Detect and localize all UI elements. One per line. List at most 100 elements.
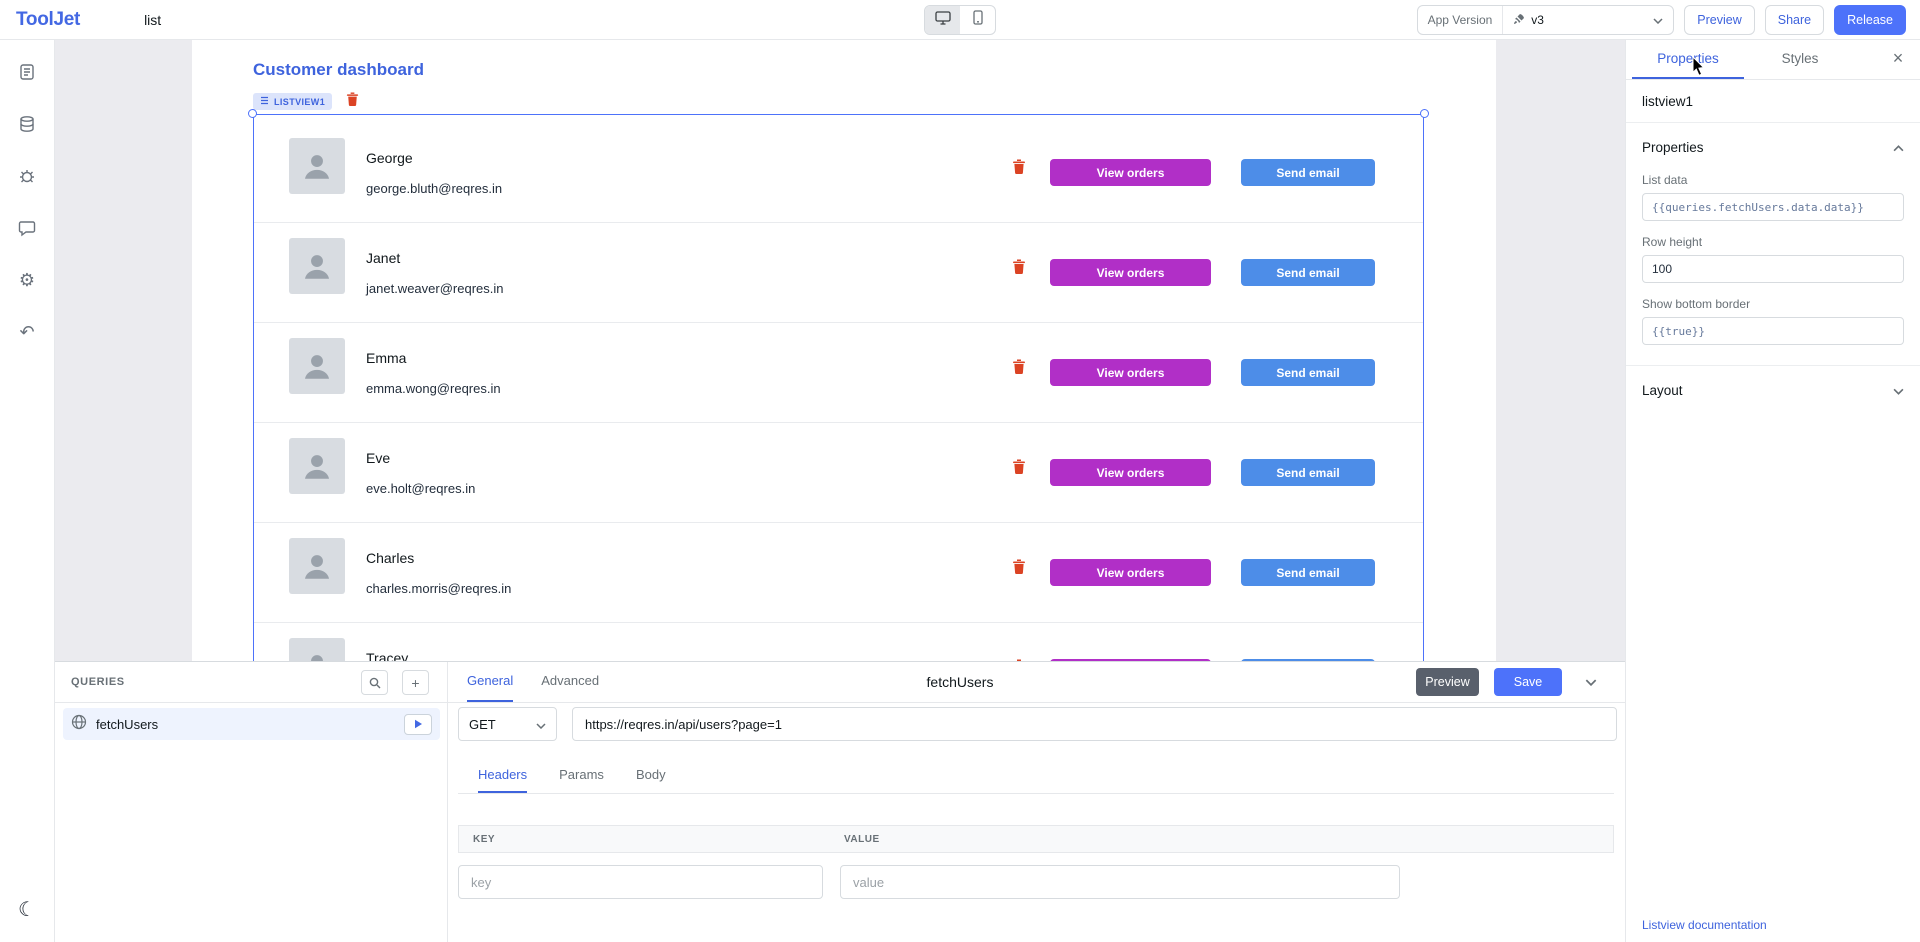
app-canvas[interactable]: Customer dashboard LISTVIEW1 George (192, 40, 1496, 661)
header-actions: App Version v3 Preview Share Release (1417, 5, 1906, 35)
widget-badge: LISTVIEW1 (253, 93, 332, 110)
list-row: Charles charles.morris@reqres.in View or… (254, 523, 1423, 623)
avatar (289, 438, 345, 494)
queries-panel-title: QUERIES (71, 676, 125, 688)
query-preview-button[interactable]: Preview (1416, 668, 1479, 696)
tab-headers[interactable]: Headers (478, 758, 527, 793)
request-url-input[interactable] (572, 707, 1617, 741)
query-editor-tabs: General Advanced (467, 662, 599, 702)
undo-icon[interactable]: ↶ (9, 314, 45, 350)
version-value: v3 (1531, 13, 1544, 27)
header-key-input[interactable] (458, 865, 823, 899)
tab-styles[interactable]: Styles (1744, 40, 1856, 79)
inspector-body: listview1 Properties List data {{queries… (1626, 80, 1920, 942)
view-orders-button[interactable]: View orders (1050, 159, 1211, 186)
query-save-button[interactable]: Save (1494, 668, 1562, 696)
database-icon[interactable] (9, 106, 45, 142)
row-delete-trash-icon[interactable] (1012, 459, 1026, 479)
listview-documentation-link[interactable]: Listview documentation (1642, 918, 1767, 932)
bottom-border-input[interactable]: {{true}} (1642, 317, 1904, 345)
desktop-icon (935, 11, 951, 30)
request-option-tabs: Headers Params Body (458, 758, 1614, 794)
tab-properties[interactable]: Properties (1632, 40, 1744, 79)
tab-advanced[interactable]: Advanced (541, 662, 599, 702)
avatar (289, 338, 345, 394)
row-height-input[interactable]: 100 (1642, 255, 1904, 283)
chevron-up-icon (1893, 140, 1904, 155)
chevron-down-icon (536, 717, 546, 732)
send-email-button[interactable]: Send email (1241, 259, 1375, 286)
tab-general[interactable]: General (467, 662, 513, 702)
dark-mode-moon-icon[interactable]: ☾ (9, 892, 45, 928)
send-email-button[interactable]: Send email (1241, 159, 1375, 186)
pages-icon[interactable] (9, 54, 45, 90)
list-data-input[interactable]: {{queries.fetchUsers.data.data}} (1642, 193, 1904, 221)
listview-widget[interactable]: George george.bluth@reqres.in View order… (253, 114, 1424, 661)
send-email-button[interactable]: Send email (1241, 459, 1375, 486)
version-select[interactable]: v3 (1503, 13, 1673, 28)
tab-params[interactable]: Params (559, 758, 604, 793)
send-email-button[interactable]: Send email (1241, 559, 1375, 586)
inspector-tabs: Properties Styles × (1626, 40, 1920, 80)
chevron-down-icon (1893, 383, 1904, 398)
customer-name: Janet (366, 250, 400, 266)
rocket-icon (1513, 13, 1525, 28)
avatar (289, 138, 345, 194)
widget-badge-label: LISTVIEW1 (274, 97, 325, 107)
tab-body[interactable]: Body (636, 758, 666, 793)
app-header: ToolJet list App Version v3 (0, 0, 1920, 40)
view-orders-button[interactable]: View orders (1050, 459, 1211, 486)
http-method-value: GET (469, 717, 496, 732)
run-query-button[interactable] (404, 714, 432, 735)
view-orders-button[interactable]: View orders (1050, 359, 1211, 386)
selected-widget-name: listview1 (1642, 94, 1904, 109)
send-email-button[interactable]: Send email (1241, 359, 1375, 386)
customer-email: eve.holt@reqres.in (366, 481, 475, 496)
view-orders-button[interactable]: View orders (1050, 259, 1211, 286)
customer-email: george.bluth@reqres.in (366, 181, 502, 196)
row-delete-trash-icon[interactable] (1012, 359, 1026, 379)
collapse-panel-chevron-icon[interactable] (1577, 668, 1605, 696)
resize-handle-top-right[interactable] (1420, 109, 1429, 118)
app-version-label: App Version (1418, 6, 1504, 34)
share-button[interactable]: Share (1765, 5, 1824, 35)
layout-section-label: Layout (1642, 383, 1683, 398)
divider (1626, 122, 1920, 123)
desktop-view-button[interactable] (925, 6, 960, 34)
query-actions: Preview Save (1416, 668, 1605, 696)
properties-section-label: Properties (1642, 140, 1704, 155)
app-name[interactable]: list (144, 12, 161, 28)
app-version-control: App Version v3 (1417, 5, 1675, 35)
comments-icon[interactable] (9, 210, 45, 246)
view-orders-button[interactable]: View orders (1050, 559, 1211, 586)
close-inspector-icon[interactable]: × (1886, 46, 1910, 70)
row-delete-trash-icon[interactable] (1012, 559, 1026, 579)
row-delete-trash-icon[interactable] (1012, 159, 1026, 179)
debugger-icon[interactable] (9, 158, 45, 194)
header-value-input[interactable] (840, 865, 1400, 899)
http-method-select[interactable]: GET (458, 707, 557, 741)
settings-gear-icon[interactable]: ⚙ (9, 262, 45, 298)
properties-section-header[interactable]: Properties (1642, 136, 1904, 159)
add-query-button[interactable]: + (402, 670, 429, 695)
release-button[interactable]: Release (1834, 5, 1906, 35)
preview-button[interactable]: Preview (1684, 5, 1754, 35)
avatar (289, 238, 345, 294)
delete-widget-trash-icon[interactable] (346, 92, 359, 111)
divider (1626, 365, 1920, 366)
row-delete-trash-icon[interactable] (1012, 259, 1026, 279)
row-height-value: 100 (1652, 262, 1672, 276)
tooljet-logo[interactable]: ToolJet (16, 9, 80, 31)
query-list-item-fetchusers[interactable]: fetchUsers (63, 708, 440, 740)
list-row: George george.bluth@reqres.in View order… (254, 123, 1423, 223)
listview-badge-icon (260, 96, 269, 107)
customer-email: emma.wong@reqres.in (366, 381, 501, 396)
query-search-button[interactable] (361, 670, 388, 695)
chevron-down-icon (1653, 13, 1663, 27)
layout-section-header[interactable]: Layout (1642, 379, 1904, 402)
mobile-view-button[interactable] (960, 6, 995, 34)
device-toggle (924, 5, 996, 35)
canvas-title-widget[interactable]: Customer dashboard (253, 60, 424, 80)
row-height-label: Row height (1642, 235, 1904, 249)
resize-handle-top-left[interactable] (248, 109, 257, 118)
